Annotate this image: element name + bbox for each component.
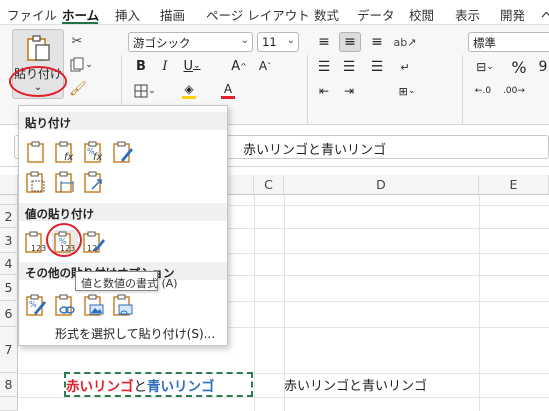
svg-text:%: % — [29, 300, 37, 309]
tooltip: 値と数値の書式 (A) — [75, 271, 178, 291]
paste-formatting-icon[interactable]: % — [23, 293, 49, 317]
paste-icon[interactable] — [23, 140, 49, 164]
borders-icon[interactable]: ⌄ — [131, 82, 159, 100]
underline-button[interactable]: U ⌄ — [181, 58, 203, 74]
paste-formulas-number-format-icon[interactable]: % fx — [81, 140, 107, 164]
row-header-7[interactable]: 7 — [0, 327, 18, 373]
font-color-icon[interactable]: A — [215, 80, 241, 100]
increase-decimal-icon[interactable]: ←.0 — [471, 82, 495, 100]
scissors-icon[interactable]: ✂ — [69, 33, 85, 49]
tab-page-layout[interactable]: ページ レイアウト — [206, 5, 310, 24]
chevron-down-icon: ⌄ — [240, 35, 249, 46]
gridline — [479, 195, 480, 411]
paste-keep-source-formatting-icon[interactable] — [110, 140, 136, 164]
font-size-value: 11 — [262, 35, 277, 49]
paste-formulas-icon[interactable]: fx — [52, 140, 78, 164]
row-header-8[interactable]: 8 — [0, 373, 18, 397]
paste-values-icon[interactable]: 123 — [23, 230, 49, 254]
tab-insert[interactable]: 挿入 — [115, 5, 140, 24]
align-center-icon[interactable]: ☰ — [339, 58, 359, 76]
rich-text-blue: 青いリンゴ — [147, 379, 215, 395]
select-all-corner[interactable] — [0, 175, 18, 195]
paste-keep-column-widths-icon[interactable] — [52, 170, 78, 194]
paste-no-borders-icon[interactable] — [23, 170, 49, 194]
number-format-select[interactable]: 標準 — [468, 32, 549, 52]
bold-button[interactable]: B — [133, 58, 149, 74]
tab-developer[interactable]: 開発 — [500, 5, 525, 24]
gridline — [254, 195, 255, 411]
merge-center-icon[interactable]: ⊞ ⌄ — [395, 82, 419, 100]
cell-d8[interactable]: 赤いリンゴと青いリンゴ — [284, 375, 427, 394]
column-header-c[interactable]: C — [254, 175, 284, 195]
tab-draw[interactable]: 描画 — [160, 5, 185, 24]
font-size-select[interactable]: 11 ⌄ — [257, 32, 299, 52]
tab-data[interactable]: データ — [357, 5, 395, 24]
highlight-circle — [9, 66, 67, 97]
ribbon-tab-bar: ファイル ホーム 挿入 描画 ページ レイアウト 数式 データ 校閲 表示 開発… — [0, 0, 549, 25]
paste-values-source-formatting-icon[interactable]: 12 — [81, 230, 107, 254]
highlight-circle — [46, 223, 82, 257]
align-right-icon[interactable]: ☰ — [367, 58, 387, 76]
svg-text:fx: fx — [64, 152, 74, 163]
align-middle-icon[interactable]: ≡ — [339, 32, 361, 52]
row-header-9[interactable] — [0, 397, 18, 411]
increase-indent-icon[interactable]: ⇥ — [339, 82, 359, 100]
tab-review[interactable]: 校閲 — [409, 5, 434, 24]
accounting-format-icon[interactable]: ⊟ ⌄ — [471, 58, 499, 76]
paste-link-icon[interactable] — [52, 293, 78, 317]
orientation-icon[interactable]: ab↗ — [394, 33, 417, 51]
font-name-value: 游ゴシック — [133, 36, 191, 50]
row-header-3[interactable]: 3 — [0, 228, 18, 253]
decrease-decimal-icon[interactable]: .00→ — [502, 82, 526, 100]
decrease-font-icon[interactable]: Aˇ — [255, 58, 275, 74]
fill-color-icon[interactable]: ◈ — [176, 80, 202, 100]
svg-text:123: 123 — [31, 244, 46, 253]
tab-formulas[interactable]: 数式 — [314, 5, 339, 24]
comma-style-icon[interactable]: 9 — [537, 58, 549, 76]
rich-text-red: 赤いリンゴ — [66, 379, 134, 395]
wrap-text-icon[interactable]: ↵ — [395, 58, 415, 76]
paste-linked-picture-icon[interactable] — [110, 293, 136, 317]
paste-special-menu-item[interactable]: 形式を選択して貼り付け(S)... — [55, 325, 215, 342]
copy-icon[interactable]: ⌄ — [69, 56, 93, 74]
align-left-icon[interactable]: ☰ — [314, 58, 334, 76]
menu-section-paste-values: 値の貼り付け — [19, 203, 227, 221]
column-header-e[interactable]: E — [479, 175, 549, 195]
formula-bar-content[interactable]: 赤いリンゴと青いリンゴ — [243, 139, 386, 158]
svg-text:fx: fx — [93, 152, 103, 163]
font-name-select[interactable]: 游ゴシック ⌄ — [128, 32, 253, 52]
align-bottom-icon[interactable]: ≡ — [367, 33, 387, 51]
column-header-d[interactable]: D — [284, 175, 479, 195]
align-top-icon[interactable]: ≡ — [314, 33, 334, 51]
row-header-2[interactable]: 2 — [0, 205, 18, 228]
number-format-value: 標準 — [473, 36, 496, 50]
increase-font-icon[interactable]: A ^ — [229, 58, 249, 74]
clipboard-icon — [27, 35, 50, 61]
italic-button[interactable]: I — [157, 58, 173, 74]
cell-b8[interactable]: 赤いリンゴと青いリンゴ — [66, 375, 215, 395]
percent-style-icon[interactable]: % — [509, 57, 529, 77]
tab-more[interactable]: ヘ — [541, 5, 549, 24]
decrease-indent-icon[interactable]: ⇤ — [314, 82, 334, 100]
row-header-1[interactable] — [0, 195, 18, 205]
active-tab-underline — [62, 22, 98, 24]
row-header-4[interactable]: 4 — [0, 253, 18, 275]
chevron-down-icon: ⌄ — [286, 35, 295, 46]
menu-section-paste: 貼り付け — [19, 112, 227, 130]
format-painter-icon[interactable]: 🖌 — [69, 80, 87, 98]
tab-file[interactable]: ファイル — [7, 5, 57, 24]
paste-transpose-icon[interactable] — [81, 170, 107, 194]
row-header-6[interactable]: 6 — [0, 301, 18, 327]
paste-picture-icon[interactable] — [81, 293, 107, 317]
row-header-5[interactable]: 5 — [0, 275, 18, 301]
rich-text-plain: と — [133, 379, 148, 395]
paste-options-menu: 貼り付け fx %fx 値の貼り付け 123 %123 12 その他の貼り付けオ… — [18, 105, 228, 346]
tab-view[interactable]: 表示 — [455, 5, 480, 24]
